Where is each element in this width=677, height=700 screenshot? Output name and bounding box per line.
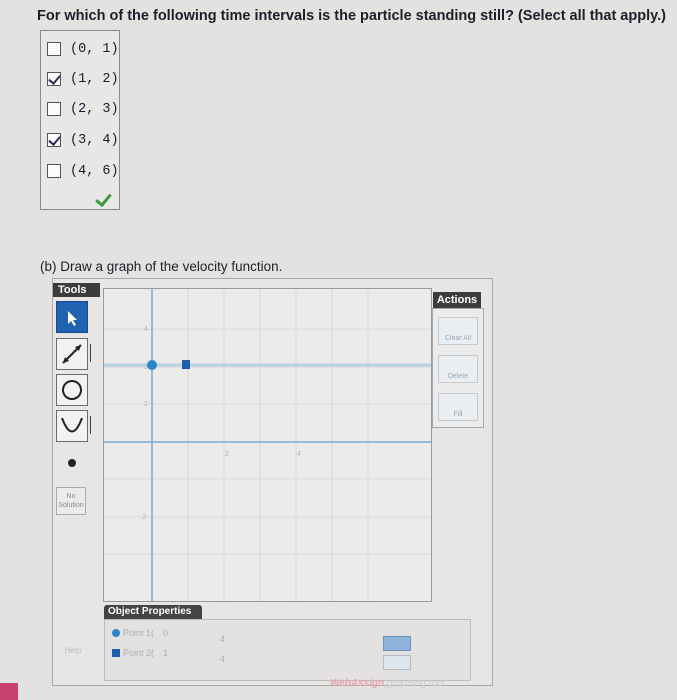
point-2-y[interactable]: 4 (220, 654, 225, 664)
choice-0-1[interactable]: (0, 1) (47, 39, 119, 59)
point-1-handle (147, 360, 157, 370)
line-tool-expand[interactable] (90, 344, 95, 362)
choice-label: (1, 2) (70, 71, 119, 87)
point-1-label: Point 1( (123, 628, 155, 638)
send-button[interactable] (383, 636, 411, 651)
choice-4-6[interactable]: (4, 6) (47, 161, 119, 181)
point-1-row[interactable]: Point 1( (112, 626, 154, 640)
brand-name: WebAssign (330, 678, 385, 689)
choice-label: (3, 4) (70, 132, 119, 148)
point-2-row[interactable]: Point 2( (112, 646, 154, 660)
circle-icon (62, 380, 82, 400)
point-tool-icon[interactable] (68, 459, 76, 467)
choice-label: (0, 1) (70, 41, 119, 57)
x-tick-4: 4 (297, 451, 301, 458)
answer-choices: (0, 1) (1, 2) (2, 3) (3, 4) (4, 6) (40, 30, 120, 210)
checkbox-0-1[interactable] (47, 42, 61, 56)
secondary-button[interactable] (383, 655, 411, 670)
x-tick-2: 2 (225, 451, 229, 458)
delete-button[interactable]: Delete (438, 355, 478, 383)
checkbox-3-4[interactable] (47, 133, 61, 147)
line-icon (62, 344, 82, 364)
point-square-icon (112, 649, 120, 657)
graph-svg: 2 4 4 3 2 -2 (104, 289, 431, 601)
fill-button[interactable]: Fill (438, 393, 478, 421)
parabola-icon (61, 417, 83, 433)
checkbox-4-6[interactable] (47, 164, 61, 178)
point-2-label: Point 2( (123, 648, 155, 658)
choice-label: (2, 3) (70, 101, 119, 117)
webassign-brand: WebAssign graphing tool (330, 678, 445, 689)
part-b-prompt: (b) Draw a graph of the velocity functio… (40, 259, 283, 274)
actions-header: Actions (433, 292, 481, 308)
pointer-icon (68, 311, 77, 326)
corner-decoration (0, 683, 18, 700)
question-text: For which of the following time interval… (37, 8, 666, 24)
y-tick-2: 2 (144, 401, 148, 408)
actions-panel: Clear All Delete Fill (432, 308, 484, 428)
point-1-y[interactable]: 4 (220, 634, 225, 644)
parabola-tool-expand[interactable] (90, 416, 95, 434)
no-solution-button[interactable]: No Solution (56, 487, 86, 515)
correct-check-icon (95, 189, 112, 208)
line-tool-button[interactable] (56, 338, 88, 370)
help-button[interactable]: Help (56, 646, 90, 660)
graph-canvas[interactable]: 2 4 4 3 2 -2 (103, 288, 432, 602)
choice-2-3[interactable]: (2, 3) (47, 99, 119, 119)
point-1-x[interactable]: 0 (163, 628, 168, 638)
y-tick-neg2: -2 (140, 514, 146, 521)
clear-all-button[interactable]: Clear All (438, 317, 478, 345)
brand-suffix: graphing tool (384, 678, 445, 689)
point-dot-icon (112, 629, 120, 637)
point-2-x[interactable]: 1 (163, 648, 168, 658)
y-tick-4: 4 (144, 326, 148, 333)
checkbox-2-3[interactable] (47, 102, 61, 116)
object-properties-panel: Point 1( 0 4 Point 2( 1 4 (104, 619, 471, 681)
object-properties-header: Object Properties (104, 605, 202, 619)
pointer-tool-button[interactable] (56, 301, 88, 333)
grid-lines (104, 289, 431, 601)
checkbox-1-2[interactable] (47, 72, 61, 86)
parabola-tool-button[interactable] (56, 410, 88, 442)
tools-header: Tools (53, 283, 100, 297)
choice-1-2[interactable]: (1, 2) (47, 69, 119, 89)
choice-3-4[interactable]: (3, 4) (47, 130, 119, 150)
choice-label: (4, 6) (70, 163, 119, 179)
point-2-handle (182, 360, 190, 369)
circle-tool-button[interactable] (56, 374, 88, 406)
